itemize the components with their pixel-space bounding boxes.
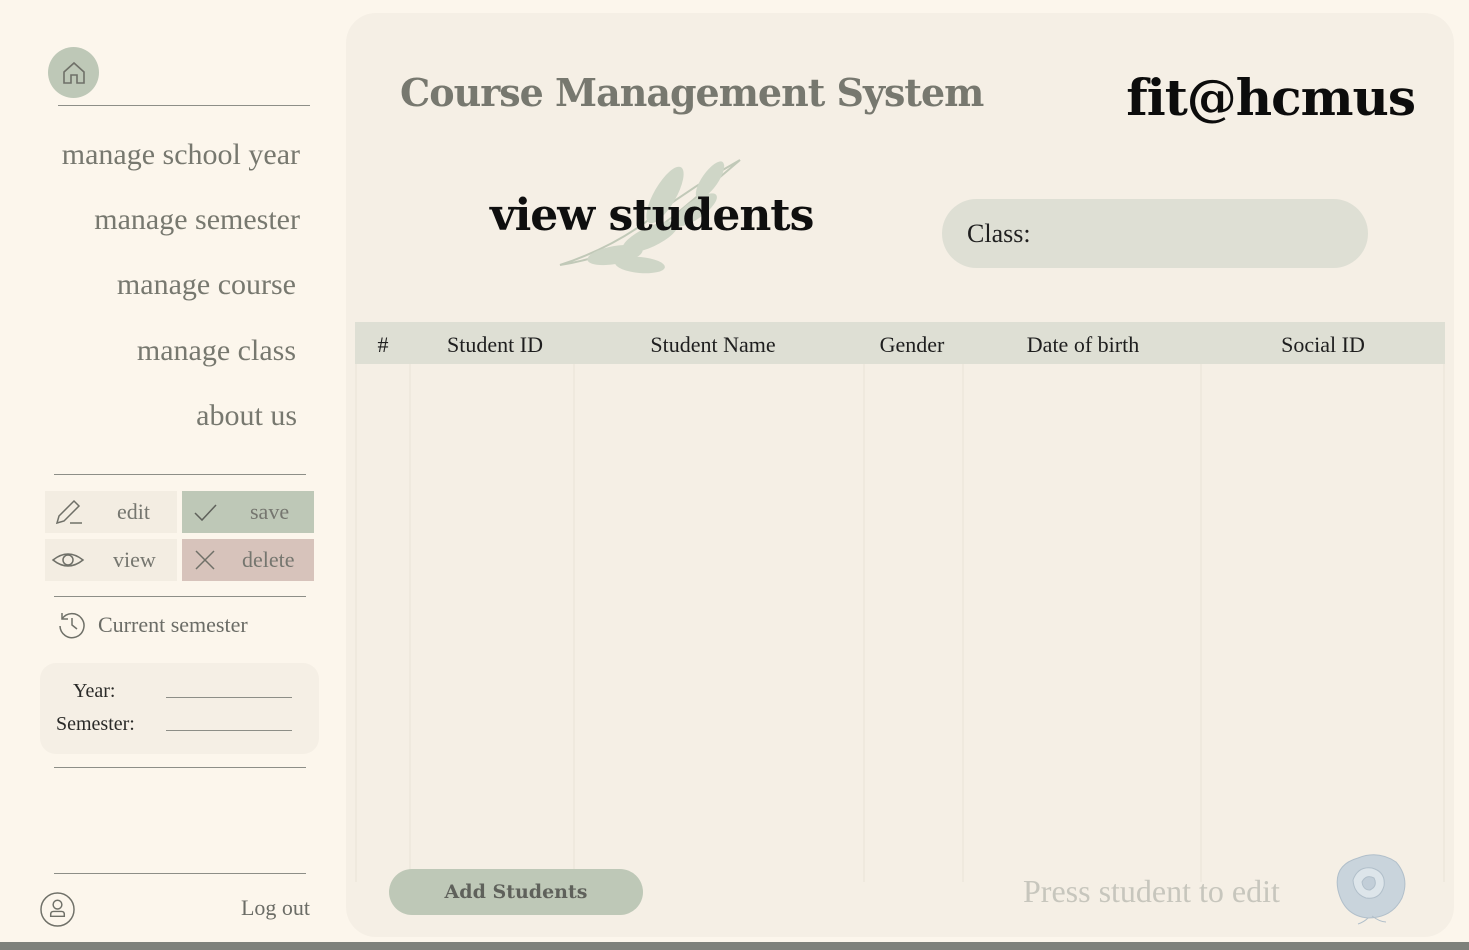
- column-header-date-of-birth[interactable]: Date of birth: [963, 322, 1203, 364]
- eye-icon: [45, 548, 91, 572]
- column-divider: [1443, 364, 1445, 882]
- column-header-student-id[interactable]: Student ID: [411, 322, 579, 364]
- divider: [54, 873, 306, 874]
- edit-hint: Press student to edit: [1023, 873, 1280, 909]
- class-filter: Class:: [942, 199, 1368, 268]
- edit-label: edit: [117, 499, 150, 524]
- save-label: save: [250, 499, 290, 524]
- column-header-social-id[interactable]: Social ID: [1201, 322, 1445, 364]
- delete-label: delete: [242, 547, 295, 572]
- column-divider: [409, 364, 411, 882]
- view-label: view: [113, 547, 156, 572]
- divider: [58, 105, 310, 106]
- delete-button[interactable]: delete: [182, 539, 314, 581]
- nav-manage-school-year[interactable]: manage school year: [62, 138, 300, 172]
- column-header-gender[interactable]: Gender: [863, 322, 961, 364]
- pencil-icon: [45, 496, 91, 528]
- nav-about-us[interactable]: about us: [196, 399, 297, 433]
- column-header-student-name[interactable]: Student Name: [573, 322, 853, 364]
- view-button[interactable]: view: [45, 539, 177, 581]
- history-icon: [59, 612, 85, 639]
- divider: [54, 596, 306, 597]
- close-icon: [182, 548, 228, 572]
- column-divider: [1200, 364, 1202, 882]
- nav-manage-semester[interactable]: manage semester: [94, 203, 300, 237]
- column-divider: [573, 364, 575, 882]
- column-divider: [962, 364, 964, 882]
- divider: [54, 474, 306, 475]
- semester-value-line: [166, 730, 292, 731]
- current-semester-title: Current semester: [98, 612, 248, 637]
- user-avatar-icon[interactable]: [40, 892, 75, 927]
- current-semester-header: Current semester: [56, 609, 248, 641]
- year-value-line: [166, 697, 292, 698]
- bottom-bar: [0, 942, 1469, 950]
- page-title: view students: [490, 190, 814, 241]
- divider: [54, 767, 306, 768]
- save-button[interactable]: save: [182, 491, 314, 533]
- rose-decoration-icon: [1336, 854, 1406, 925]
- app-title: Course Management System: [400, 70, 984, 115]
- add-students-button[interactable]: Add Students: [389, 869, 643, 915]
- brand-logo-text: fit@hcmus: [1126, 68, 1416, 127]
- current-semester-box: [40, 663, 319, 754]
- column-divider: [863, 364, 865, 882]
- checkmark-icon: [182, 498, 228, 526]
- home-button[interactable]: [48, 47, 99, 98]
- semester-label: Semester:: [56, 713, 135, 735]
- class-label: Class:: [967, 218, 1031, 248]
- nav-manage-course[interactable]: manage course: [117, 268, 296, 302]
- class-input[interactable]: [1036, 212, 1368, 255]
- table-header-row: # Student ID Student Name Gender Date of…: [355, 322, 1445, 364]
- column-divider: [355, 364, 357, 882]
- year-label: Year:: [73, 680, 116, 702]
- logout-link[interactable]: Log out: [241, 895, 310, 921]
- nav-manage-class[interactable]: manage class: [137, 334, 296, 368]
- edit-button[interactable]: edit: [45, 491, 177, 533]
- students-table: # Student ID Student Name Gender Date of…: [355, 322, 1445, 882]
- home-icon: [62, 61, 85, 84]
- column-header-index[interactable]: #: [355, 322, 411, 364]
